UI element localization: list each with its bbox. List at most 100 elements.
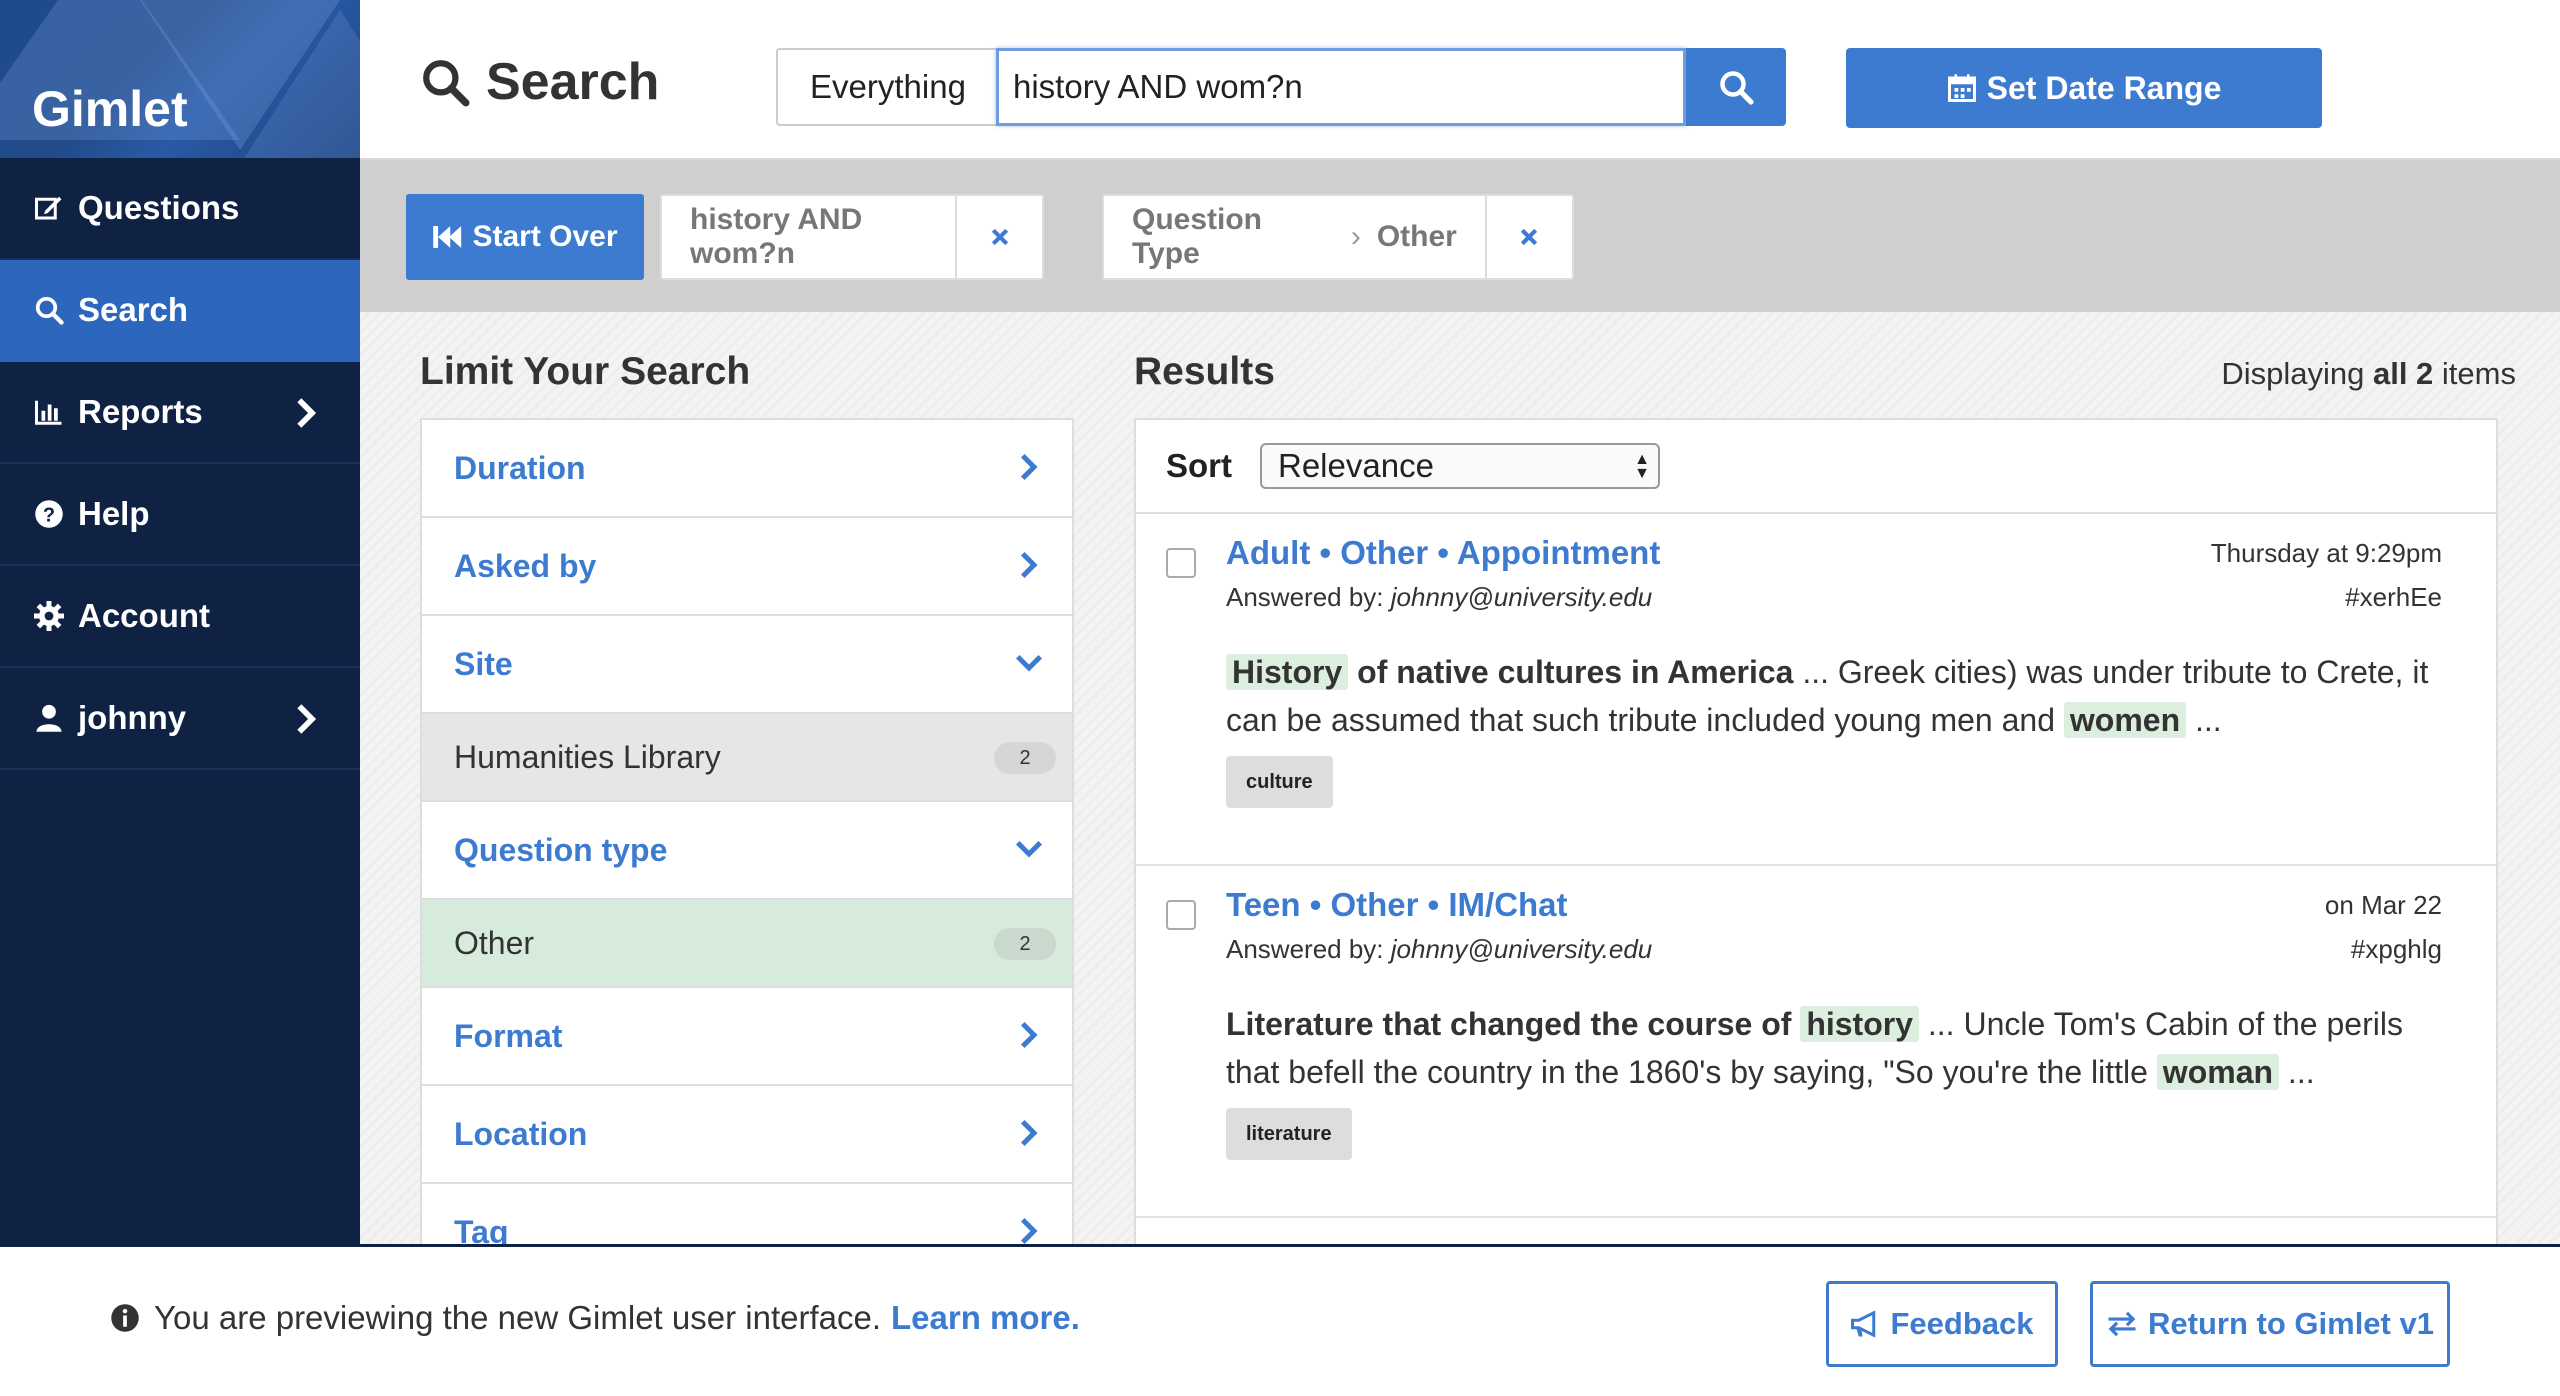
chevron-down-icon [1015,840,1043,858]
result-title-link[interactable]: Adult • Other • Appointment [1226,534,1660,572]
exchange-icon [2108,1311,2136,1337]
sort-bar: Sort Relevance ▲ ▼ [1136,420,2496,514]
facet-tag[interactable]: Tag [422,1184,1072,1246]
sidebar-item-label: johnny [78,699,187,736]
result-checkbox[interactable] [1166,900,1196,930]
search-scope-select[interactable]: Everything [776,48,998,126]
result-checkbox[interactable] [1166,548,1196,578]
facet-site[interactable]: Site [422,616,1072,714]
facet-location[interactable]: Location [422,1086,1072,1184]
results-count-prefix: Displaying [2221,356,2365,391]
facet-option-humanities-library[interactable]: Humanities Library 2 [422,714,1072,802]
limit-search-title: Limit Your Search [420,350,751,393]
sidebar-item-reports[interactable]: Reports [0,362,360,464]
bullhorn-icon [1851,1310,1876,1338]
highlight-term: women [2063,702,2187,738]
return-to-v1-label: Return to Gimlet v1 [2148,1306,2434,1341]
search-icon [1720,71,1754,105]
snippet-ellipsis: ... [2195,702,2222,738]
result-title-link[interactable]: Teen • Other • IM/Chat [1226,886,1568,924]
page-title: Search [420,52,659,112]
start-over-button[interactable]: Start Over [406,194,644,280]
return-to-v1-button[interactable]: Return to Gimlet v1 [2090,1281,2450,1367]
answered-email: johnny@university.edu [1390,582,1653,612]
filter-chip-field: Question Type [1132,203,1263,270]
user-icon [32,701,66,735]
gear-icon [32,599,66,633]
result-item: Adult • Other • Appointment Answered by:… [1136,514,2496,866]
chevron-right-icon [1020,1021,1038,1049]
result-item: Teen • Other • IM/Chat Answered by: john… [1136,866,2496,1218]
filter-bar: Start Over history AND wom?n Question Ty… [360,160,2560,312]
answered-label: Answered by: [1226,934,1384,964]
facet-format[interactable]: Format [422,988,1072,1086]
search-input[interactable] [996,48,1686,126]
facet-asked-by[interactable]: Asked by [422,518,1072,616]
header: Search Everything Set Date Range [360,0,2560,160]
set-date-range-button[interactable]: Set Date Range [1846,48,2322,128]
sidebar-item-label: Account [78,597,210,634]
search-icon [423,60,470,107]
sidebar-item-questions[interactable]: Questions [0,158,360,260]
search-button[interactable] [1686,48,1786,126]
remove-filter-button[interactable] [955,196,1042,278]
info-circle-icon [111,1304,139,1332]
sidebar-item-user[interactable]: johnny [0,668,360,770]
sidebar-item-help[interactable]: ? Help [0,464,360,566]
facet-option-count: 2 [994,742,1056,774]
filter-chip-breadcrumb: Question Type › Other [1104,196,1485,278]
results-panel: Sort Relevance ▲ ▼ Adult • Other • Appoin… [1134,418,2498,1248]
facet-label: Question type [454,831,668,868]
brand-logo[interactable]: Gimlet [32,80,188,138]
start-over-label: Start Over [472,220,618,253]
result-tag[interactable]: culture [1226,756,1333,808]
sort-label: Sort [1166,447,1232,484]
result-time: on Mar 22 [2324,890,2442,920]
result-tag[interactable]: literature [1226,1108,1352,1160]
facet-option-label: Humanities Library [454,738,721,775]
fast-backward-icon [433,226,462,248]
remove-filter-button[interactable] [1484,196,1572,278]
filter-chip-text: history AND wom?n [690,203,863,270]
sidebar-item-search[interactable]: Search [0,260,360,362]
chevron-right-icon [1020,1119,1038,1147]
results-count-suffix: items [2441,356,2516,391]
search-icon [32,293,66,327]
facet-label: Location [454,1115,588,1152]
sidebar-item-label: Reports [78,393,203,430]
chevron-right-icon [1020,453,1038,481]
preview-notice-text: You are previewing the new Gimlet user i… [154,1299,881,1336]
result-id: #xpghlg [2350,934,2442,964]
result-time: Thursday at 9:29pm [2210,538,2442,568]
facet-duration[interactable]: Duration [422,420,1072,518]
highlight-term: history [1800,1006,1919,1042]
snippet-bold: Literature that changed the course of [1226,1006,1792,1042]
facet-label: Duration [454,449,586,486]
question-circle-icon: ? [32,497,66,531]
select-arrows-icon: ▲ ▼ [1634,451,1650,482]
result-id: #xerhEe [2345,582,2442,612]
facet-question-type[interactable]: Question type [422,802,1072,900]
chevron-right-icon: › [1350,220,1361,253]
svg-text:?: ? [43,505,55,527]
facet-option-other[interactable]: Other 2 [422,900,1072,988]
preview-footer: You are previewing the new Gimlet user i… [0,1244,2560,1396]
chevron-right-icon [1020,1217,1038,1245]
result-answered-by: Answered by: johnny@university.edu [1226,934,1652,965]
page-title-text: Search [486,53,660,111]
sidebar-item-account[interactable]: Account [0,566,360,668]
feedback-label: Feedback [1890,1306,2034,1341]
result-answered-by: Answered by: johnny@university.edu [1226,582,1652,613]
chevron-right-icon [297,398,317,428]
sort-select[interactable]: Relevance ▲ ▼ [1260,443,1660,489]
learn-more-link[interactable]: Learn more. [891,1299,1080,1337]
feedback-button[interactable]: Feedback [1826,1281,2058,1367]
chevron-right-icon [297,704,317,734]
sidebar-item-label: Help [78,495,150,532]
results-count-value: all 2 [2372,356,2434,391]
preview-notice: You are previewing the new Gimlet user i… [110,1299,1080,1337]
results-title: Results [1134,350,1275,393]
sidebar: Gimlet Questions Search Reports ? Help A… [0,0,360,1396]
edit-icon [32,191,66,225]
sort-value: Relevance [1278,447,1434,484]
